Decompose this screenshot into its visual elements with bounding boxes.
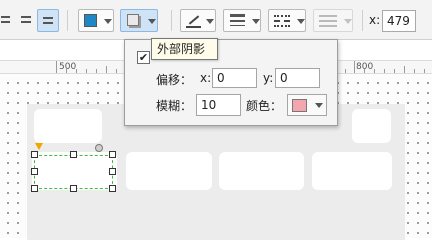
card[interactable] [34,109,102,143]
offset-y-input[interactable]: 0 [275,68,320,88]
text-align-button[interactable] [37,9,59,32]
toolbar-separator [67,10,68,31]
ruler-label-500: 500 [59,62,77,72]
text-align-icon [43,17,53,19]
x-coordinate-input[interactable]: 479 [382,10,416,32]
color-swatch-icon [292,99,307,112]
card[interactable] [126,152,212,190]
shadow-color-dropdown[interactable] [287,94,327,116]
x-coordinate-label: x: [369,13,381,27]
card[interactable] [312,152,392,190]
resize-handle[interactable] [109,151,116,158]
toolbar: x: 479 [0,0,432,40]
offset-x-input[interactable]: 0 [212,68,257,88]
chevron-down-icon [297,19,305,24]
toolbar-separator [362,10,363,31]
color-label: 颜色： [246,99,283,113]
resize-handle[interactable] [109,185,116,192]
chevron-down-icon [104,19,112,24]
line-style-dropdown[interactable] [268,9,306,32]
rotate-handle-icon[interactable] [95,144,103,152]
resize-handle[interactable] [31,151,38,158]
shadow-enable-checkbox[interactable]: ✔ [137,51,150,64]
chevron-down-icon [252,19,260,24]
line-width-dropdown[interactable] [223,9,261,32]
rotation-origin-icon[interactable] [35,143,43,150]
align-lines-icon [1,16,10,18]
line-color-dropdown[interactable] [180,9,216,32]
shadow-dropdown[interactable] [120,9,158,32]
resize-handle[interactable] [70,151,77,158]
resize-handle[interactable] [109,168,116,175]
card[interactable] [219,152,304,190]
offset-label: 偏移： [156,73,193,87]
arrow-style-dropdown[interactable] [313,9,353,32]
shadow-icon [127,14,139,26]
toolbar-separator [171,10,172,31]
resize-handle[interactable] [70,185,77,192]
blur-input[interactable]: 10 [196,94,241,116]
offset-y-label: y: [263,71,274,85]
resize-handle[interactable] [31,185,38,192]
resize-handle[interactable] [31,168,38,175]
chevron-down-icon [148,19,156,24]
chevron-down-icon [344,19,352,24]
fill-color-icon [84,14,97,27]
offset-x-label: x: [200,71,212,85]
fill-color-dropdown[interactable] [78,9,114,32]
card[interactable] [352,109,391,143]
align-center-button[interactable] [16,9,36,32]
chevron-down-icon [315,103,323,108]
shadow-tooltip: 外部阴影 [151,38,218,60]
selected-shape[interactable] [34,155,113,189]
align-left-button[interactable] [0,9,14,32]
line-color-icon [186,13,201,28]
blur-label: 模糊： [156,99,193,113]
chevron-down-icon [206,19,214,24]
align-lines-icon [21,16,31,18]
